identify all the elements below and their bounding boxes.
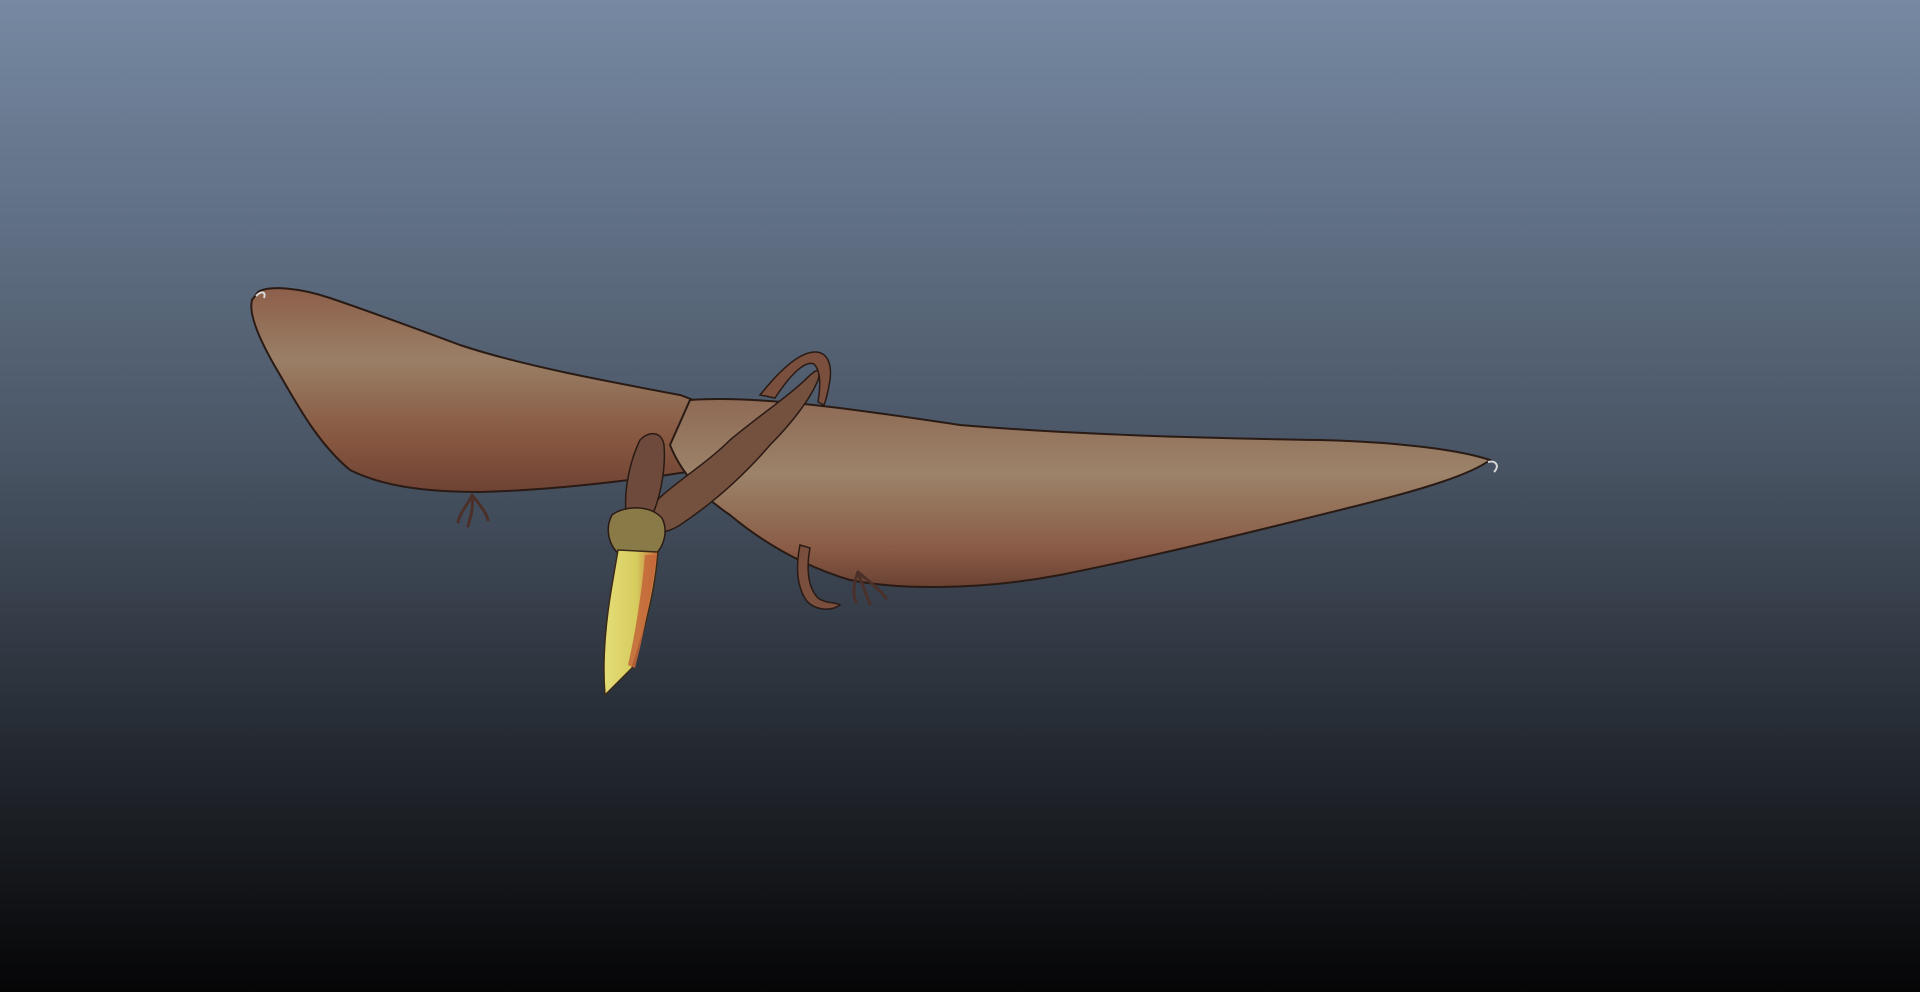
viewport-canvas[interactable]: [0, 0, 1920, 992]
3d-viewport[interactable]: [0, 0, 1920, 992]
head: [607, 507, 666, 556]
